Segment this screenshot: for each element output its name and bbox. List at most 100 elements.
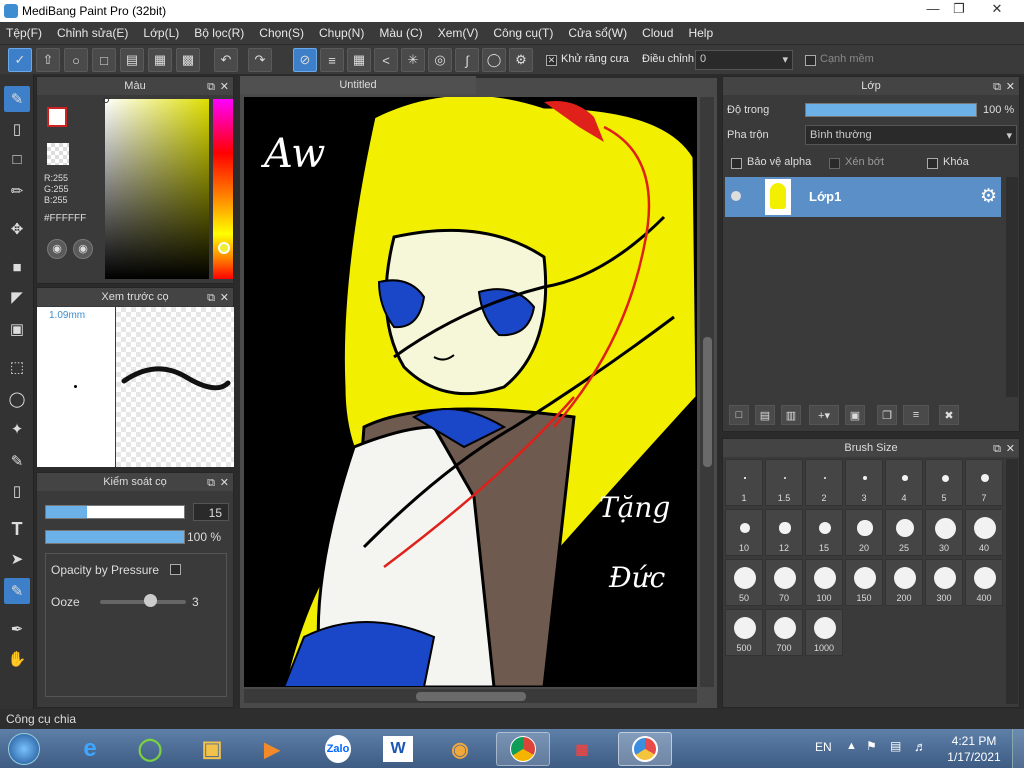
grid-snap-icon[interactable]: ▦ (347, 48, 371, 72)
internet-explorer-icon[interactable]: e (68, 732, 112, 766)
eyedropper-tool-icon[interactable]: ✒ (4, 616, 30, 642)
speech-bubble-icon[interactable]: □ (92, 48, 116, 72)
brush-size-cell[interactable]: 40 (965, 509, 1003, 556)
media-player-icon[interactable]: ▶ (250, 732, 294, 766)
menu-layer[interactable]: Lớp(L) (143, 26, 179, 40)
vanishing-snap-icon[interactable]: < (374, 48, 398, 72)
brush-size-cell[interactable]: 15 (805, 509, 843, 556)
zalo-icon[interactable]: Zalo (316, 732, 360, 766)
canvas-horizontal-scrollbar[interactable] (244, 689, 697, 703)
brush-size-cell[interactable]: 20 (845, 509, 883, 556)
move-tool-icon[interactable]: ✥ (4, 216, 30, 242)
brush-size-cell[interactable]: 200 (885, 559, 923, 606)
merge-layer-icon[interactable]: ≡ (903, 405, 929, 425)
dot-tool-icon[interactable]: □ (4, 146, 30, 172)
close-icon[interactable]: ✕ (1006, 440, 1015, 458)
word-icon[interactable]: W (376, 732, 420, 766)
file-explorer-icon[interactable]: ▣ (190, 732, 234, 766)
ooze-slider-handle[interactable] (144, 594, 157, 607)
brush-size-cell[interactable]: 500 (725, 609, 763, 656)
operation-tool-icon[interactable]: ➤ (4, 546, 30, 572)
close-icon[interactable]: ✕ (220, 78, 229, 96)
brush-size-cell[interactable]: 300 (925, 559, 963, 606)
brush-size-cell[interactable]: 2 (805, 459, 843, 506)
green-app-icon[interactable]: ◯ (128, 732, 172, 766)
delete-layer-icon[interactable]: ✖ (939, 405, 959, 425)
close-icon[interactable]: ✕ (220, 474, 229, 492)
brush-size-cell[interactable]: 30 (925, 509, 963, 556)
menu-view[interactable]: Xem(V) (438, 26, 479, 40)
brush-size-cell[interactable]: 10 (725, 509, 763, 556)
duplicate-layer-icon[interactable]: ❐ (877, 405, 897, 425)
page-list-icon[interactable]: ▦ (148, 48, 172, 72)
menu-snap[interactable]: Chụp(N) (319, 26, 364, 40)
canvas-tab[interactable]: Untitled (240, 76, 476, 94)
hue-slider-handle[interactable] (218, 242, 230, 254)
hand-tool-icon[interactable]: ✋ (4, 646, 30, 672)
bucket-tool-icon[interactable]: ◤ (4, 284, 30, 310)
opacity-by-pressure-checkbox[interactable] (170, 562, 181, 576)
menu-filter[interactable]: Bộ lọc(R) (194, 26, 244, 40)
close-window-button[interactable]: ✕ (984, 0, 1010, 20)
brush-size-cell[interactable]: 1.5 (765, 459, 803, 506)
fill-rect-tool-icon[interactable]: ■ (4, 254, 30, 280)
language-indicator[interactable]: EN (815, 740, 832, 754)
menu-edit[interactable]: Chỉnh sửa(E) (57, 26, 128, 40)
menu-tools[interactable]: Công cụ(T) (493, 26, 553, 40)
brush-tool-icon[interactable]: ✎ (4, 86, 30, 112)
divide-tool-icon[interactable]: ✎ (4, 578, 30, 604)
folder-icon[interactable]: ▣ (845, 405, 865, 425)
radial-snap-icon[interactable]: ✳ (401, 48, 425, 72)
palette-icon[interactable]: ◉ (47, 239, 67, 259)
transparent-color-swatch[interactable] (47, 143, 69, 165)
unikey-icon[interactable]: ▦ (560, 732, 604, 766)
start-button-icon[interactable] (4, 732, 44, 766)
drawing-canvas[interactable]: Aw Tặng Đức (244, 97, 697, 687)
close-icon[interactable]: ✕ (1006, 78, 1015, 96)
concentric-snap-icon[interactable]: ◎ (428, 48, 452, 72)
palette-settings-icon[interactable]: ◉ (73, 239, 93, 259)
brush-size-cell[interactable]: 4 (885, 459, 923, 506)
brush-size-value[interactable]: 15 (193, 503, 229, 521)
clip-checkbox[interactable] (829, 156, 840, 170)
vertical-scroll-thumb[interactable] (703, 337, 712, 467)
undo-icon[interactable]: ↶ (214, 48, 238, 72)
popout-icon[interactable]: ⧉ (993, 440, 1001, 458)
show-hidden-icons-icon[interactable]: ▲ (846, 740, 857, 752)
brush-size-cell[interactable]: 700 (765, 609, 803, 656)
magic-wand-tool-icon[interactable]: ✦ (4, 416, 30, 442)
select-eraser-tool-icon[interactable]: ▯ (4, 478, 30, 504)
cloud-save-icon[interactable]: ✓ (8, 48, 32, 72)
brush-size-cell[interactable]: 3 (845, 459, 883, 506)
gradient-tool-icon[interactable]: ▣ (4, 316, 30, 342)
comment-icon[interactable]: ○ (64, 48, 88, 72)
share-icon[interactable]: ⇧ (36, 48, 60, 72)
layer-opacity-slider[interactable] (805, 103, 977, 117)
new-layer-icon[interactable]: □ (729, 405, 749, 425)
saturation-value-picker[interactable] (105, 99, 209, 279)
menu-color[interactable]: Màu (C) (379, 26, 422, 40)
chrome-icon[interactable] (496, 732, 550, 766)
snap-off-icon[interactable]: ⊘ (293, 48, 317, 72)
adjust-select[interactable]: 0 ▾ (695, 50, 793, 70)
minimize-button[interactable]: — (920, 0, 946, 20)
eraser-tool-icon[interactable]: ▯ (4, 116, 30, 142)
close-icon[interactable]: ✕ (220, 289, 229, 307)
redo-icon[interactable]: ↷ (248, 48, 272, 72)
brush-opacity-slider[interactable] (45, 530, 185, 544)
lasso-tool-icon[interactable]: ◯ (4, 386, 30, 412)
foreground-color-swatch[interactable] (47, 107, 67, 127)
select-pen-tool-icon[interactable]: ✎ (4, 448, 30, 474)
menu-window[interactable]: Cửa sổ(W) (568, 26, 627, 40)
medibang-icon[interactable] (618, 732, 672, 766)
brush-size-cell[interactable]: 70 (765, 559, 803, 606)
horizontal-scroll-thumb[interactable] (416, 692, 526, 701)
brush-size-cell[interactable]: 1000 (805, 609, 843, 656)
brush-size-cell[interactable]: 50 (725, 559, 763, 606)
ooze-slider-track[interactable] (100, 600, 186, 604)
brush-size-scrollbar[interactable] (1006, 459, 1018, 704)
brush-size-cell[interactable]: 1 (725, 459, 763, 506)
brush-size-slider[interactable] (45, 505, 185, 519)
soft-edge-checkbox[interactable] (805, 53, 816, 67)
flag-icon[interactable]: ⚑ (866, 739, 877, 753)
